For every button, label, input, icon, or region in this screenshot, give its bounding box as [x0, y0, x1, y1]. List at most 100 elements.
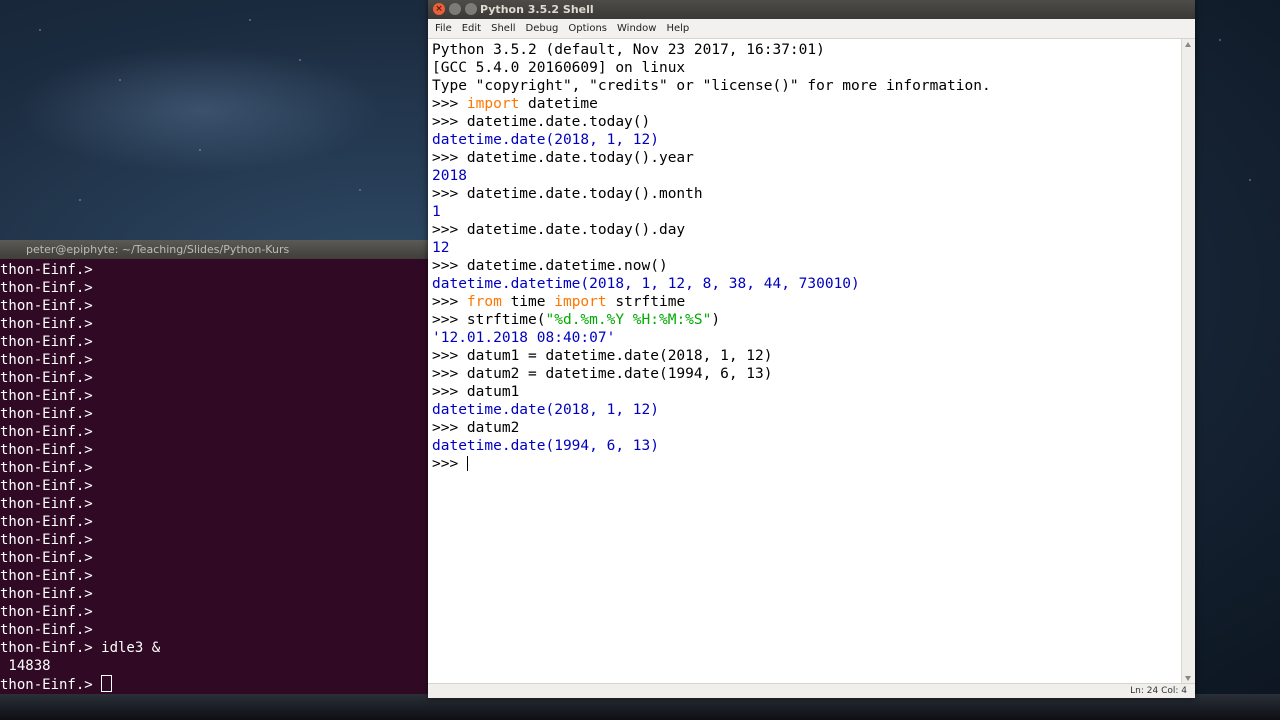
menu-shell[interactable]: Shell [486, 19, 520, 38]
banner-line: [GCC 5.4.0 20160609] on linux [432, 60, 686, 76]
terminal-line: thon-Einf.> [0, 604, 93, 620]
output-line: datetime.date(2018, 1, 12) [432, 402, 659, 418]
scroll-down-icon[interactable] [1185, 676, 1191, 681]
terminal-line: thon-Einf.> [0, 316, 93, 332]
keyword: import [554, 294, 607, 310]
prompt: >>> [432, 114, 467, 130]
menu-window[interactable]: Window [612, 19, 661, 38]
input-line: >>> datum1 = datetime.date(2018, 1, 12) [432, 347, 1182, 365]
minimize-icon[interactable] [449, 3, 461, 15]
terminal-line: thon-Einf.> [0, 514, 93, 530]
code-text: datetime.datetime.now() [466, 258, 668, 274]
code-text: datetime.date.today() [466, 114, 651, 130]
terminal-line: thon-Einf.> [0, 262, 93, 278]
input-line: >>> datum1 [432, 383, 1182, 401]
input-line: >>> datetime.date.today().month [432, 185, 1182, 203]
input-line: >>> strftime("%d.%m.%Y %H:%M:%S") [432, 311, 1182, 329]
code-text: datetime.date.today().day [466, 222, 686, 238]
cursor-position: Ln: 24 Col: 4 [1130, 686, 1187, 696]
scroll-up-icon[interactable] [1185, 42, 1191, 47]
input-line: >>> datetime.date.today().year [432, 149, 1182, 167]
input-line: >>> import datetime [432, 95, 1182, 113]
terminal-line: thon-Einf.> [0, 550, 93, 566]
terminal-line: thon-Einf.> [0, 424, 93, 440]
input-line: >>> datetime.date.today().day [432, 221, 1182, 239]
terminal-line: thon-Einf.> [0, 532, 93, 548]
terminal-line: thon-Einf.> [0, 675, 428, 693]
terminal-line: thon-Einf.> [0, 478, 93, 494]
menu-edit[interactable]: Edit [457, 19, 486, 38]
code-text: datetime [519, 96, 598, 112]
prompt: >>> [432, 150, 467, 166]
string-literal: "%d.%m.%Y %H:%M:%S" [545, 312, 712, 328]
banner-line: Type "copyright", "credits" or "license(… [432, 78, 991, 94]
terminal-cursor [101, 675, 113, 692]
idle-titlebar[interactable]: × Python 3.5.2 Shell [428, 0, 1195, 19]
terminal-line: thon-Einf.> [0, 280, 93, 296]
prompt: >>> [432, 420, 467, 436]
maximize-icon[interactable] [465, 3, 477, 15]
active-prompt-line[interactable]: >>> [432, 455, 1182, 473]
prompt: >>> [432, 456, 467, 472]
prompt: >>> [432, 294, 467, 310]
terminal-title: peter@epiphyte: ~/Teaching/Slides/Python… [0, 240, 428, 259]
text-cursor [466, 456, 468, 471]
code-text: datetime.date.today().year [466, 150, 694, 166]
prompt: >>> [432, 348, 467, 364]
prompt: >>> [432, 366, 467, 382]
output-line: 2018 [432, 168, 467, 184]
terminal-line: thon-Einf.> [0, 496, 93, 512]
vertical-scrollbar[interactable] [1181, 39, 1195, 684]
prompt: >>> [432, 186, 467, 202]
shell-text-area[interactable]: Python 3.5.2 (default, Nov 23 2017, 16:3… [428, 39, 1182, 684]
output-line: '12.01.2018 08:40:07' [432, 330, 616, 346]
prompt: >>> [432, 222, 467, 238]
keyword: from [466, 294, 502, 310]
idle-shell-window[interactable]: × Python 3.5.2 Shell File Edit Shell Debug O… [428, 0, 1195, 698]
banner-line: Python 3.5.2 (default, Nov 23 2017, 16:3… [432, 42, 825, 58]
code-text: datum2 = datetime.date(1994, 6, 13) [466, 366, 773, 382]
terminal-line: thon-Einf.> [0, 298, 93, 314]
prompt: >>> [432, 312, 467, 328]
menu-debug[interactable]: Debug [521, 19, 564, 38]
window-title: Python 3.5.2 Shell [480, 3, 594, 16]
code-text: datum1 = datetime.date(2018, 1, 12) [466, 348, 773, 364]
terminal-line: thon-Einf.> [0, 460, 93, 476]
menu-help[interactable]: Help [661, 19, 694, 38]
menu-file[interactable]: File [430, 19, 457, 38]
code-text: datetime.date.today().month [466, 186, 703, 202]
status-bar: Ln: 24 Col: 4 [428, 683, 1195, 698]
terminal-line: thon-Einf.> [0, 586, 93, 602]
terminal-line: thon-Einf.> [0, 388, 93, 404]
code-text: datum2 [466, 420, 520, 436]
terminal-window[interactable]: peter@epiphyte: ~/Teaching/Slides/Python… [0, 240, 428, 694]
keyword: import [466, 96, 520, 112]
output-line: datetime.datetime(2018, 1, 12, 8, 38, 44… [432, 276, 860, 292]
terminal-line: thon-Einf.> [0, 442, 93, 458]
prompt: >>> [432, 384, 467, 400]
prompt: >>> [432, 96, 467, 112]
input-line: >>> from time import strftime [432, 293, 1182, 311]
menu-bar: File Edit Shell Debug Options Window Help [428, 19, 1195, 39]
output-line: datetime.date(1994, 6, 13) [432, 438, 659, 454]
output-line: datetime.date(2018, 1, 12) [432, 132, 659, 148]
input-line: >>> datum2 [432, 419, 1182, 437]
input-line: >>> datum2 = datetime.date(1994, 6, 13) [432, 365, 1182, 383]
menu-options[interactable]: Options [563, 19, 612, 38]
terminal-line: 14838 [0, 658, 51, 674]
close-icon[interactable]: × [433, 3, 445, 15]
output-line: 12 [432, 240, 450, 256]
terminal-output[interactable]: thon-Einf.> thon-Einf.> thon-Einf.> thon-Ei… [0, 259, 428, 693]
code-text: time [501, 294, 555, 310]
input-line: >>> datetime.date.today() [432, 113, 1182, 131]
code-text: ) [711, 312, 721, 328]
terminal-line: thon-Einf.> [0, 334, 93, 350]
code-text: strftime [606, 294, 686, 310]
code-text: datum1 [466, 384, 520, 400]
terminal-line: thon-Einf.> [0, 370, 93, 386]
terminal-line: thon-Einf.> [0, 352, 93, 368]
output-line: 1 [432, 204, 441, 220]
terminal-line: thon-Einf.> [0, 568, 93, 584]
prompt: >>> [432, 258, 467, 274]
input-line: >>> datetime.datetime.now() [432, 257, 1182, 275]
